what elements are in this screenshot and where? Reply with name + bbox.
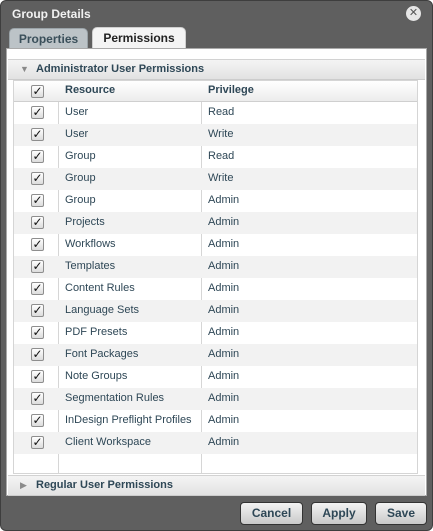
table-row[interactable]: ✓ Note Groups Admin xyxy=(14,366,417,388)
table-row[interactable]: ✓ Projects Admin xyxy=(14,212,417,234)
privilege-cell: Admin xyxy=(208,260,240,272)
privilege-cell: Read xyxy=(208,106,235,118)
resource-cell: Content Rules xyxy=(65,282,135,294)
row-checkbox[interactable]: ✓ xyxy=(31,172,44,185)
permissions-panel: ▼ Administrator User Permissions ✓ Resou… xyxy=(6,48,427,496)
privilege-cell: Admin xyxy=(208,194,240,206)
privilege-cell: Admin xyxy=(208,216,240,228)
table-row[interactable]: ✓ Templates Admin xyxy=(14,256,417,278)
triangle-right-icon: ▶ xyxy=(20,480,27,490)
row-checkbox[interactable]: ✓ xyxy=(31,414,44,427)
column-header-privilege[interactable]: Privilege xyxy=(208,84,254,96)
table-header: ✓ Resource Privilege xyxy=(14,81,417,102)
table-row[interactable]: ✓ Group Admin xyxy=(14,190,417,212)
column-header-resource[interactable]: Resource xyxy=(65,84,115,96)
privilege-cell: Admin xyxy=(208,370,240,382)
row-checkbox[interactable]: ✓ xyxy=(31,436,44,449)
select-all-checkbox[interactable]: ✓ xyxy=(31,85,44,98)
resource-cell: Group xyxy=(65,172,96,184)
resource-cell: User xyxy=(65,106,89,118)
privilege-cell: Admin xyxy=(208,238,240,250)
table-row[interactable]: ✓ InDesign Preflight Profiles Admin xyxy=(14,410,417,432)
dialog-title: Group Details xyxy=(12,7,91,21)
resource-cell: Group xyxy=(65,194,96,206)
close-icon[interactable]: ✕ xyxy=(406,6,421,21)
resource-cell: Templates xyxy=(65,260,116,272)
privilege-cell: Admin xyxy=(208,348,240,360)
privilege-cell: Admin xyxy=(208,304,240,316)
table-row[interactable]: ✓ PDF Presets Admin xyxy=(14,322,417,344)
admin-permissions-label: Administrator User Permissions xyxy=(36,63,205,75)
group-details-dialog: Group Details ✕ Properties Permissions ▼… xyxy=(0,0,433,531)
row-checkbox[interactable]: ✓ xyxy=(31,370,44,383)
table-row[interactable]: ✓ Segmentation Rules Admin xyxy=(14,388,417,410)
resource-cell: Segmentation Rules xyxy=(65,392,165,404)
privilege-cell: Write xyxy=(208,172,234,184)
regular-permissions-label: Regular User Permissions xyxy=(36,479,173,491)
tab-properties[interactable]: Properties xyxy=(9,28,88,48)
apply-button[interactable]: Apply xyxy=(311,502,367,525)
privilege-cell: Admin xyxy=(208,414,240,426)
save-button[interactable]: Save xyxy=(375,502,427,525)
title-bar[interactable]: Group Details ✕ xyxy=(1,1,432,27)
tab-permissions[interactable]: Permissions xyxy=(92,27,186,49)
regular-permissions-header[interactable]: ▶ Regular User Permissions xyxy=(8,475,425,496)
admin-permissions-header[interactable]: ▼ Administrator User Permissions xyxy=(8,59,425,80)
row-checkbox[interactable]: ✓ xyxy=(31,216,44,229)
table-row[interactable]: ✓ User Write xyxy=(14,124,417,146)
row-checkbox[interactable]: ✓ xyxy=(31,260,44,273)
privilege-cell: Admin xyxy=(208,392,240,404)
privilege-cell: Read xyxy=(208,150,235,162)
privilege-cell: Admin xyxy=(208,282,240,294)
table-row[interactable]: ✓ Group Write xyxy=(14,168,417,190)
privilege-cell: Write xyxy=(208,128,234,140)
triangle-down-icon: ▼ xyxy=(20,64,29,74)
row-checkbox[interactable]: ✓ xyxy=(31,194,44,207)
table-row[interactable]: ✓ Group Read xyxy=(14,146,417,168)
admin-permissions-table: ✓ Resource Privilege ✓ User Read ✓ User Write… xyxy=(13,80,418,474)
resource-cell: Workflows xyxy=(65,238,116,250)
table-row[interactable]: ✓ User Read xyxy=(14,102,417,124)
row-checkbox[interactable]: ✓ xyxy=(31,304,44,317)
resource-cell: Language Sets xyxy=(65,304,140,316)
resource-cell: Font Packages xyxy=(65,348,139,360)
row-checkbox[interactable]: ✓ xyxy=(31,282,44,295)
table-row[interactable]: ✓ Workflows Admin xyxy=(14,234,417,256)
table-row[interactable]: ✓ Font Packages Admin xyxy=(14,344,417,366)
privilege-cell: Admin xyxy=(208,436,240,448)
row-checkbox[interactable]: ✓ xyxy=(31,392,44,405)
resource-cell: Note Groups xyxy=(65,370,128,382)
privilege-cell: Admin xyxy=(208,326,240,338)
table-row[interactable]: ✓ Client Workspace Admin xyxy=(14,432,417,454)
row-checkbox[interactable]: ✓ xyxy=(31,150,44,163)
resource-cell: Client Workspace xyxy=(65,436,151,448)
row-checkbox[interactable]: ✓ xyxy=(31,326,44,339)
row-checkbox[interactable]: ✓ xyxy=(31,238,44,251)
cancel-button[interactable]: Cancel xyxy=(240,502,303,525)
resource-cell: InDesign Preflight Profiles xyxy=(65,414,192,426)
resource-cell: Projects xyxy=(65,216,105,228)
row-checkbox[interactable]: ✓ xyxy=(31,128,44,141)
resource-cell: Group xyxy=(65,150,96,162)
resource-cell: User xyxy=(65,128,89,140)
resource-cell: PDF Presets xyxy=(65,326,128,338)
row-checkbox[interactable]: ✓ xyxy=(31,348,44,361)
table-row[interactable]: ✓ Language Sets Admin xyxy=(14,300,417,322)
row-checkbox[interactable]: ✓ xyxy=(31,106,44,119)
table-row[interactable]: ✓ Content Rules Admin xyxy=(14,278,417,300)
